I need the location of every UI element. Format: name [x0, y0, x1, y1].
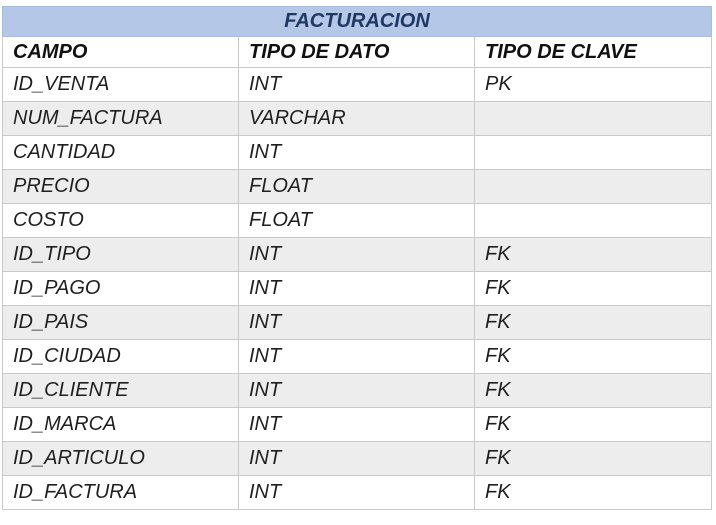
data-type-cell: INT — [238, 305, 475, 340]
table-row: PRECIO FLOAT — [2, 169, 713, 204]
field-name-cell: ID_VENTA — [2, 67, 239, 102]
data-type-cell: FLOAT — [238, 169, 475, 204]
field-name-cell: ID_TIPO — [2, 237, 239, 272]
field-name-cell: ID_PAIS — [2, 305, 239, 340]
key-type-cell: FK — [473, 305, 713, 340]
column-header-campo: CAMPO — [2, 36, 239, 68]
data-type-cell: FLOAT — [238, 203, 475, 238]
field-name-cell: PRECIO — [2, 169, 239, 204]
key-type-cell: FK — [473, 441, 713, 476]
field-name-cell: ID_FACTURA — [2, 475, 239, 510]
table-row: ID_VENTA INT PK — [2, 67, 713, 102]
table-body: ID_VENTA INT PK NUM_FACTURA VARCHAR CANTIDAD I… — [2, 67, 713, 510]
field-name-cell: ID_PAGO — [2, 271, 239, 306]
key-type-cell — [473, 101, 713, 136]
data-type-cell: INT — [238, 67, 475, 102]
field-name-cell: ID_MARCA — [2, 407, 239, 442]
field-name-cell: CANTIDAD — [2, 135, 239, 170]
key-type-cell: FK — [473, 373, 713, 408]
table-title: FACTURACION — [1, 6, 713, 37]
table-row: ID_CLIENTE INT FK — [2, 373, 713, 408]
table-header-row: CAMPO TIPO DE DATO TIPO DE CLAVE — [2, 36, 713, 68]
key-type-cell: FK — [473, 237, 713, 272]
table-row: ID_PAIS INT FK — [2, 305, 713, 340]
table-row: ID_TIPO INT FK — [2, 237, 713, 272]
facturacion-table: FACTURACION CAMPO TIPO DE DATO TIPO DE C… — [1, 6, 713, 510]
key-type-cell — [473, 169, 713, 204]
key-type-cell: FK — [473, 475, 713, 510]
field-name-cell: ID_ARTICULO — [2, 441, 239, 476]
key-type-cell: FK — [473, 407, 713, 442]
data-type-cell: INT — [238, 339, 475, 374]
column-header-tipo-de-dato: TIPO DE DATO — [238, 36, 475, 68]
key-type-cell: FK — [473, 271, 713, 306]
table-row: ID_PAGO INT FK — [2, 271, 713, 306]
field-name-cell: NUM_FACTURA — [2, 101, 239, 136]
data-type-cell: VARCHAR — [238, 101, 475, 136]
table-container: FACTURACION CAMPO TIPO DE DATO TIPO DE C… — [1, 6, 713, 510]
table-row: COSTO FLOAT — [2, 203, 713, 238]
field-name-cell: ID_CIUDAD — [2, 339, 239, 374]
table-row: NUM_FACTURA VARCHAR — [2, 101, 713, 136]
field-name-cell: COSTO — [2, 203, 239, 238]
data-type-cell: INT — [238, 475, 475, 510]
table-row: ID_ARTICULO INT FK — [2, 441, 713, 476]
key-type-cell — [473, 135, 713, 170]
table-row: ID_CIUDAD INT FK — [2, 339, 713, 374]
data-type-cell: INT — [238, 373, 475, 408]
data-type-cell: INT — [238, 271, 475, 306]
column-header-tipo-de-clave: TIPO DE CLAVE — [473, 36, 713, 68]
table-title-row: FACTURACION — [1, 6, 713, 37]
key-type-cell: PK — [473, 67, 713, 102]
table-row: ID_MARCA INT FK — [2, 407, 713, 442]
key-type-cell: FK — [473, 339, 713, 374]
data-type-cell: INT — [238, 135, 475, 170]
table-row: CANTIDAD INT — [2, 135, 713, 170]
table-row: ID_FACTURA INT FK — [2, 475, 713, 510]
data-type-cell: INT — [238, 441, 475, 476]
data-type-cell: INT — [238, 407, 475, 442]
data-type-cell: INT — [238, 237, 475, 272]
field-name-cell: ID_CLIENTE — [2, 373, 239, 408]
key-type-cell — [473, 203, 713, 238]
